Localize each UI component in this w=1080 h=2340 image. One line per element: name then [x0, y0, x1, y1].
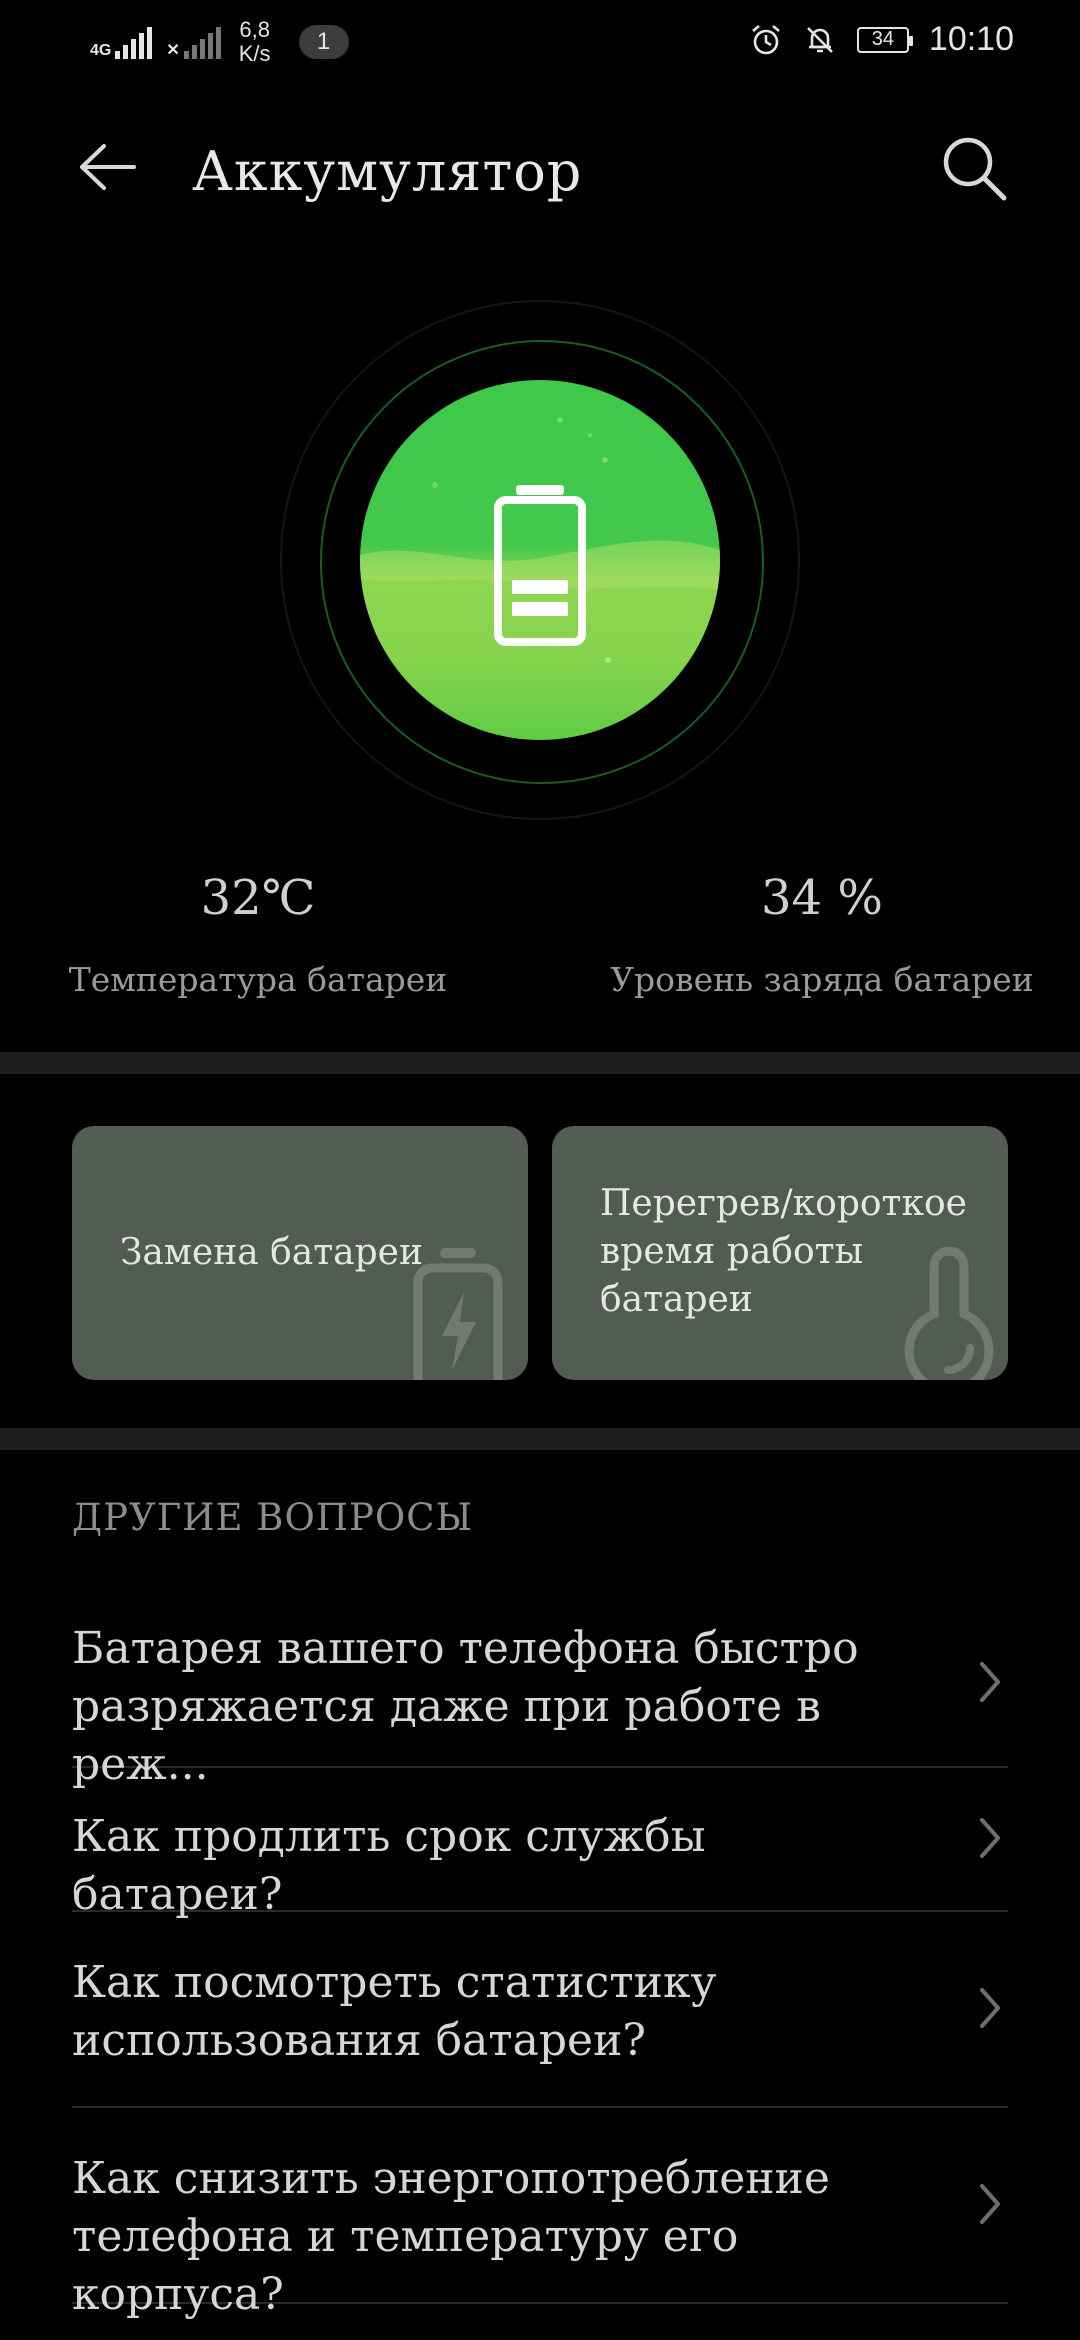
chevron-right-icon: [980, 2184, 1000, 2224]
faq-item-line: Как продлить срок службы батареи?: [72, 1811, 706, 1920]
section-divider-2: [0, 1428, 1080, 1450]
chevron-right-icon: [980, 1988, 1000, 2028]
signal-bars-icon: [115, 25, 153, 59]
battery-temperature-value: 32℃: [200, 870, 316, 926]
battery-charging-icon: [413, 1248, 503, 1380]
battery-temperature-label: Температура батареи: [68, 960, 448, 999]
faq-item-text: Как посмотреть статистику использования …: [72, 1954, 912, 2070]
other-questions-title: ДРУГИЕ ВОПРОСЫ: [72, 1496, 473, 1539]
speed-value: 6,8: [239, 17, 270, 42]
notification-count-badge: 1: [298, 25, 349, 59]
faq-item-text: Как продлить срок службы батареи?: [72, 1808, 912, 1924]
signal-group-2: ✕: [166, 25, 221, 59]
speed-unit: K/s: [238, 41, 271, 66]
mute-bell-icon: [806, 26, 833, 53]
battery-replacement-card[interactable]: Замена батареи: [72, 1126, 528, 1380]
faq-item[interactable]: Как снизить энергопотребление телефона и…: [72, 2108, 1008, 2320]
faq-item-line: использования батареи?: [72, 2015, 646, 2066]
app-bar: Аккумулятор: [0, 110, 1080, 230]
clock: 10:10: [928, 20, 1014, 58]
battery-charge-label: Уровень заряда батареи: [610, 960, 1034, 999]
alarm-icon: [752, 24, 780, 54]
faq-item-line: телефона и температуру его корпуса?: [72, 2211, 739, 2320]
battery-charge-value: 34 %: [761, 870, 883, 926]
faq-item-line: Как снизить энергопотребление: [72, 2153, 830, 2204]
battery-glyph-icon: [494, 485, 586, 646]
faq-item-text: Как снизить энергопотребление телефона и…: [72, 2150, 912, 2324]
faq-item[interactable]: Как продлить срок службы батареи?: [72, 1768, 1008, 1920]
signal-bars-2-icon: [183, 25, 221, 59]
battery-replacement-label: Замена батареи: [120, 1232, 423, 1273]
faq-item-line: Как посмотреть статистику: [72, 1957, 717, 2008]
status-bar: 4G ✕ 6,8 K/s 1 34 10:10: [0, 0, 1080, 84]
chevron-right-icon: [980, 1818, 1000, 1858]
status-right: 34 10:10: [749, 20, 1014, 59]
section-divider-1: [0, 1052, 1080, 1074]
overheating-card[interactable]: Перегрев/короткое время работы батареи: [552, 1126, 1008, 1380]
battery-indicator: [280, 300, 800, 820]
page-title: Аккумулятор: [192, 140, 583, 203]
status-left: 4G ✕ 6,8 K/s 1: [90, 18, 349, 66]
no-signal-icon: ✕: [166, 42, 180, 59]
network-type: 4G: [90, 42, 112, 59]
faq-item[interactable]: Как посмотреть статистику использования …: [72, 1912, 1008, 2108]
battery-circle: [360, 380, 720, 740]
back-arrow-icon[interactable]: [74, 134, 140, 200]
network-speed: 6,8 K/s: [239, 18, 271, 66]
faq-item-line: Батарея вашего телефона быстро: [72, 1623, 859, 1674]
signal-group-1: 4G: [90, 25, 153, 59]
thermometer-icon: [904, 1246, 994, 1380]
overheating-label-line: Перегрев/короткое: [600, 1183, 967, 1224]
search-icon[interactable]: [938, 132, 1010, 204]
chevron-right-icon: [980, 1662, 1000, 1702]
battery-status-icon: 34: [856, 26, 913, 53]
faq-item[interactable]: Батарея вашего телефона быстро разряжает…: [72, 1600, 1008, 1790]
